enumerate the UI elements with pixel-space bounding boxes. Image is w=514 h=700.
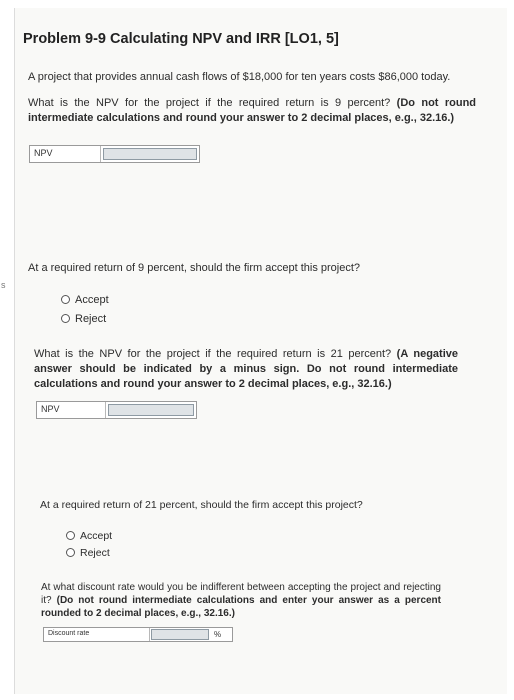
- option-label: Accept: [80, 529, 113, 542]
- discount-rate-label: Discount rate: [44, 628, 150, 641]
- edge-mark: s: [1, 280, 6, 290]
- option-label: Accept: [75, 293, 109, 306]
- radio-button[interactable]: [66, 548, 75, 557]
- question-accept-9: At a required return of 9 percent, shoul…: [28, 262, 361, 274]
- question-npv-9: What is the NPV for the project if the r…: [28, 96, 476, 126]
- npv-label: NPV: [37, 402, 106, 418]
- accept-reject-21-group: Accept Reject: [66, 527, 112, 561]
- radio-button[interactable]: [61, 314, 70, 323]
- npv-label: NPV: [30, 146, 101, 162]
- question-irr: At what discount rate would you be indif…: [41, 581, 441, 620]
- radio-button[interactable]: [66, 531, 75, 540]
- npv-9-answer-row: NPV: [29, 145, 200, 163]
- question-accept-21: At a required return of 21 percent, shou…: [40, 499, 363, 511]
- accept-21-option[interactable]: Accept: [66, 527, 112, 544]
- option-label: Reject: [75, 312, 107, 325]
- reject-21-option[interactable]: Reject: [66, 544, 112, 561]
- radio-button[interactable]: [61, 295, 70, 304]
- problem-intro: A project that provides annual cash flow…: [28, 71, 451, 83]
- npv-21-input[interactable]: [108, 404, 194, 416]
- discount-rate-answer-row: Discount rate %: [43, 627, 233, 642]
- option-label: Reject: [80, 546, 110, 559]
- discount-rate-input[interactable]: [151, 629, 209, 640]
- percent-unit: %: [214, 630, 222, 639]
- question-instruction: (Do not round intermediate calculations …: [41, 595, 442, 619]
- reject-9-option[interactable]: Reject: [61, 309, 109, 328]
- question-npv-21: What is the NPV for the project if the r…: [34, 347, 458, 392]
- npv-21-answer-row: NPV: [36, 401, 197, 419]
- question-text: What is the NPV for the project if the r…: [34, 348, 392, 360]
- question-text: What is the NPV for the project if the r…: [28, 97, 391, 109]
- problem-title: Problem 9-9 Calculating NPV and IRR [LO1…: [23, 31, 339, 47]
- accept-reject-9-group: Accept Reject: [61, 290, 109, 328]
- accept-9-option[interactable]: Accept: [61, 290, 109, 309]
- npv-9-input[interactable]: [103, 148, 197, 160]
